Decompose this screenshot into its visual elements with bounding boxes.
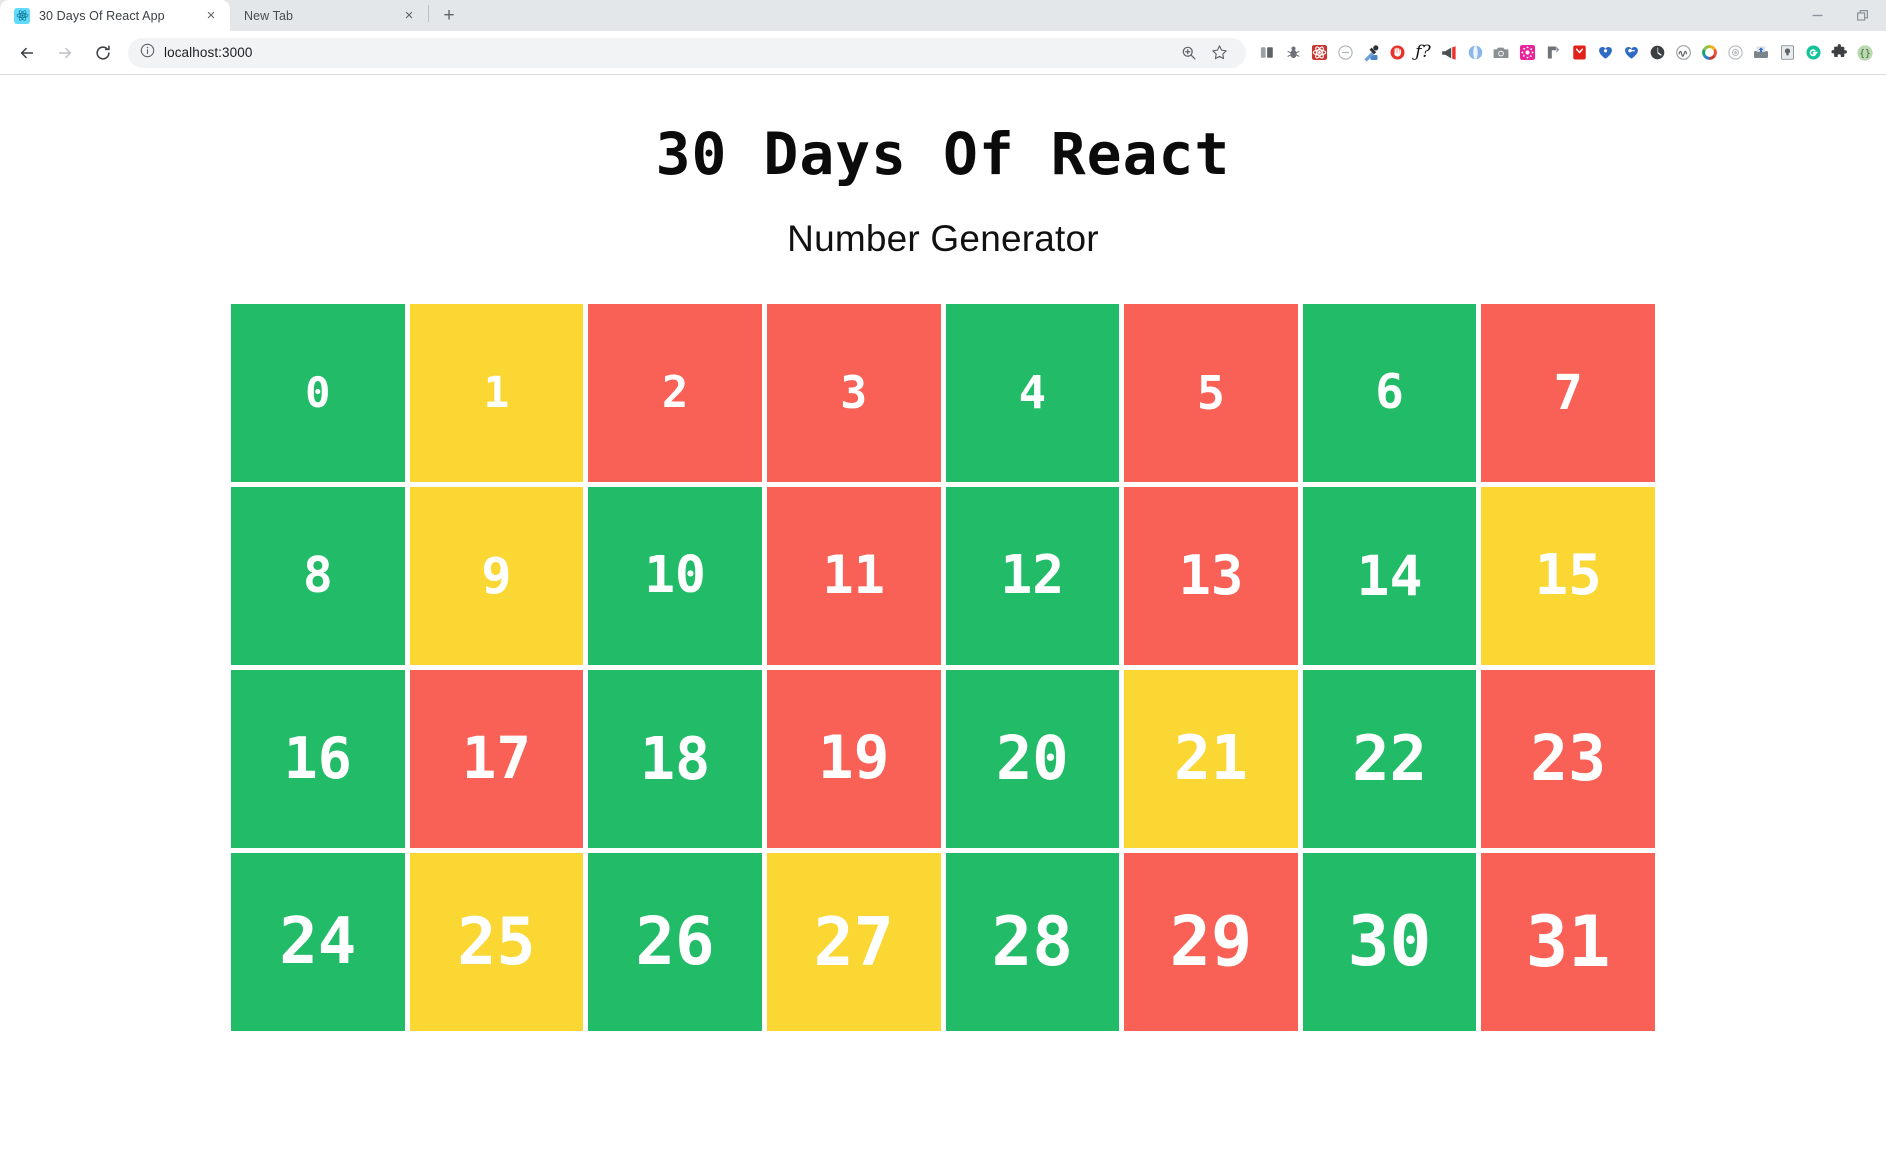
react-devtools-icon[interactable] xyxy=(1254,40,1280,66)
number-cell[interactable]: 8 xyxy=(231,487,405,665)
star-icon[interactable] xyxy=(1206,40,1232,66)
url-text: localhost:3000 xyxy=(164,45,253,60)
number-cell[interactable]: 25 xyxy=(409,853,584,1031)
number-cell[interactable]: 2 xyxy=(588,304,762,482)
close-icon[interactable]: × xyxy=(400,7,418,25)
number-cell[interactable]: 9 xyxy=(409,487,584,665)
colorwheel-icon[interactable] xyxy=(1696,40,1722,66)
number-cell[interactable]: 23 xyxy=(1481,670,1655,848)
number-grid: 0 1 2 3 4 5 6 7 8 9 10 11 12 13 14 15 16 17 18 19 20 21 22 23 24… xyxy=(231,304,1655,1031)
redux-devtools-icon[interactable] xyxy=(1306,40,1332,66)
zoom-in-icon[interactable] xyxy=(1176,40,1202,66)
number-cell[interactable]: 11 xyxy=(766,487,941,665)
number-cell[interactable]: 1 xyxy=(409,304,584,482)
number-cell[interactable]: 24 xyxy=(231,853,405,1031)
puzzle-extensions-icon[interactable] xyxy=(1826,40,1852,66)
window-controls xyxy=(1794,0,1886,31)
tab-title: New Tab xyxy=(244,8,294,23)
number-cell[interactable]: 7 xyxy=(1481,304,1655,482)
tab-30-days-of-react-app[interactable]: 30 Days Of React App × xyxy=(0,0,230,31)
screenshot-camera-icon[interactable] xyxy=(1488,40,1514,66)
browser-toolbar: localhost:3000 ƒ? {} xyxy=(0,31,1886,75)
key-heart-icon[interactable] xyxy=(1618,40,1644,66)
grammarly-icon[interactable] xyxy=(1800,40,1826,66)
opera-shield-icon[interactable] xyxy=(1384,40,1410,66)
wave-circle-icon[interactable] xyxy=(1670,40,1696,66)
tab-divider xyxy=(428,5,429,22)
number-cell[interactable]: 18 xyxy=(588,670,762,848)
react-logo-icon xyxy=(14,7,30,24)
number-cell[interactable]: 29 xyxy=(1124,853,1298,1031)
number-cell[interactable]: 30 xyxy=(1302,853,1477,1031)
number-cell[interactable]: 10 xyxy=(588,487,762,665)
page-title: 30 Days Of React xyxy=(655,120,1231,188)
tab-new-tab[interactable]: New Tab × xyxy=(230,0,428,31)
extensions-tray: ƒ? {} xyxy=(1254,40,1878,66)
info-circle-icon[interactable] xyxy=(140,43,155,63)
forward-button[interactable] xyxy=(49,37,81,69)
target-ring-icon[interactable] xyxy=(1722,40,1748,66)
number-cell[interactable]: 27 xyxy=(766,853,941,1031)
back-button[interactable] xyxy=(11,37,43,69)
tab-title: 30 Days Of React App xyxy=(39,8,165,23)
number-cell[interactable]: 19 xyxy=(766,670,941,848)
number-cell[interactable]: 13 xyxy=(1124,487,1298,665)
number-cell[interactable]: 5 xyxy=(1124,304,1298,482)
number-cell[interactable]: 20 xyxy=(945,670,1120,848)
page-subtitle: Number Generator xyxy=(787,218,1099,259)
new-tab-button[interactable]: + xyxy=(435,1,463,29)
number-cell[interactable]: 15 xyxy=(1481,487,1655,665)
number-cell[interactable]: 0 xyxy=(231,304,405,482)
pink-gear-icon[interactable] xyxy=(1514,40,1540,66)
number-cell[interactable]: 14 xyxy=(1302,487,1477,665)
reload-button[interactable] xyxy=(87,37,119,69)
minimize-button[interactable] xyxy=(1794,0,1840,31)
font-inspector-icon[interactable]: ƒ? xyxy=(1410,40,1436,66)
number-cell[interactable]: 6 xyxy=(1302,304,1477,482)
grammar-blue-icon[interactable] xyxy=(1462,40,1488,66)
svg-text:{}: {} xyxy=(1859,48,1870,59)
megaphone-icon[interactable] xyxy=(1436,40,1462,66)
number-cell[interactable]: 12 xyxy=(945,487,1120,665)
number-cell[interactable]: 17 xyxy=(409,670,584,848)
browser-window: 30 Days Of React App × New Tab × + local… xyxy=(0,0,1886,1151)
close-icon[interactable]: × xyxy=(202,7,220,25)
pocket-icon[interactable] xyxy=(1566,40,1592,66)
number-cell[interactable]: 16 xyxy=(231,670,405,848)
json-viewer-icon[interactable]: {} xyxy=(1852,40,1878,66)
page-viewport: 30 Days Of React Number Generator 012345… xyxy=(0,75,1886,1151)
number-cell[interactable]: 26 xyxy=(588,853,762,1031)
restore-button[interactable] xyxy=(1840,0,1886,31)
clock-history-icon[interactable] xyxy=(1332,40,1358,66)
tab-strip: 30 Days Of React App × New Tab × + xyxy=(0,0,1886,31)
number-cell[interactable]: 3 xyxy=(766,304,941,482)
clock-gray-icon[interactable] xyxy=(1644,40,1670,66)
printer-blue-icon[interactable] xyxy=(1748,40,1774,66)
number-cell[interactable]: 22 xyxy=(1302,670,1477,848)
address-bar[interactable]: localhost:3000 xyxy=(128,37,1246,68)
number-cell[interactable]: 21 xyxy=(1124,670,1298,848)
number-cell[interactable]: 4 xyxy=(945,304,1120,482)
color-picker-icon[interactable] xyxy=(1358,40,1384,66)
note-bulb-icon[interactable] xyxy=(1774,40,1800,66)
bug-tracker-icon[interactable] xyxy=(1280,40,1306,66)
number-cell[interactable]: 31 xyxy=(1481,853,1655,1031)
heart-shield-icon[interactable] xyxy=(1592,40,1618,66)
number-cell[interactable]: 28 xyxy=(945,853,1120,1031)
pointer-gray-icon[interactable] xyxy=(1540,40,1566,66)
